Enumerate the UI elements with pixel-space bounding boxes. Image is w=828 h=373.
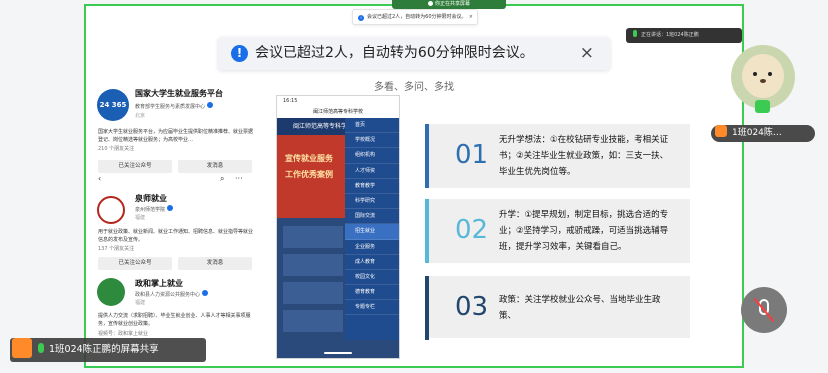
screen-share-label: 1班024陈正鹏的屏幕共享 (10, 338, 206, 362)
eye-right (768, 72, 772, 76)
hero-line-1: 宣传就业服务 (285, 154, 333, 163)
news-card (283, 254, 343, 276)
account-card[interactable]: 泉师就业 泉州师范学院 福建 用于就业政策、就业新闻、就业工作通知、招聘信息、就… (92, 190, 260, 270)
account-location: 北京 (135, 113, 146, 119)
wechat-account-panel: 24 365 国家大学生就业服务平台 教育部学生服务与素质发展中心 北京 国家大… (92, 80, 260, 362)
account-location: 福建 (135, 300, 146, 306)
account-subtitle: 政和县人力资源公共服务中心 (135, 290, 209, 298)
participant-face (742, 54, 784, 98)
search-icon[interactable]: ⌕ (220, 174, 224, 184)
site-menu-item[interactable]: 成人教育 (345, 255, 399, 270)
slide-slogan: 多看、多问、多找 (374, 82, 454, 93)
close-notice-button[interactable]: × (580, 43, 594, 63)
followed-button[interactable]: 已关注公众号 (98, 160, 172, 173)
site-menu-item[interactable]: 学校概况 (345, 133, 399, 149)
limited-meeting-notice: ! 会议已超过2人，自动转为60分钟限时会议。 × (218, 37, 610, 70)
item-number: 03 (455, 292, 489, 322)
site-title: 闽江师范高等专科学校 (312, 109, 363, 115)
item-number-box: 02 (425, 199, 497, 263)
verified-icon (202, 290, 209, 296)
site-menu-item[interactable]: 企业服务 (345, 240, 399, 255)
share-label-text: 1班024陈正鹏的屏幕共享 (49, 344, 159, 355)
verified-icon (167, 205, 174, 211)
news-card (283, 310, 343, 332)
account-name: 国家大学生就业服务平台 (135, 89, 223, 98)
account-description: 提供人力交流（求职招聘）、毕业生就业创业、人事人才等相关事项服务，宣传就业创业政… (98, 313, 251, 327)
site-menu-item[interactable]: 教育教学 (345, 179, 399, 194)
item-text: 升学：①提早规划，制定目标，挑选合适的专业；②坚持学习，戒骄戒躁，可适当挑选辅导… (499, 210, 669, 252)
account-name: 泉师就业 (135, 194, 167, 203)
site-menu-item[interactable]: 首页 (345, 118, 399, 134)
friends-count: 210 个朋友关注 (98, 146, 135, 152)
slide-item: 01 无升学想法：①在校钻研专业技能，考相关证书；②关注毕业生就业政策，如：三支… (425, 124, 690, 188)
home-indicator (324, 352, 352, 354)
slide-item: 02 升学：①提早规划，制定目标，挑选合适的专业；②坚持学习，戒骄戒躁，可适当挑… (425, 199, 690, 263)
site-menu-item[interactable]: 国际交流 (345, 209, 399, 225)
video-account: 视频号：政和掌上就业 (98, 331, 149, 337)
participant-name-tag[interactable]: 1班024陈… (711, 125, 815, 142)
nose (760, 79, 766, 83)
site-menu-item[interactable]: 校园文化 (345, 270, 399, 286)
news-card (283, 226, 343, 248)
small-notice-text: 会议已超过2人，自动转为60分钟限时会议。 (367, 14, 467, 20)
item-number: 02 (455, 215, 489, 245)
message-button[interactable]: 发消息 (178, 257, 252, 270)
item-number: 01 (455, 140, 489, 170)
account-subtitle: 泉州师范学院 (135, 205, 174, 213)
account-description: 国家大学生就业服务平台，为应届毕业生提供职位精准推荐、就业票据登记、岗位精选等就… (98, 129, 254, 143)
speaking-label: 正在讲话：1班024陈正鹏 (641, 32, 699, 38)
site-menu-item[interactable]: 德育教育 (345, 285, 399, 301)
message-button[interactable]: 发消息 (178, 160, 252, 173)
item-number-box: 01 (425, 124, 497, 188)
mic-icon (755, 100, 770, 113)
close-icon[interactable]: × (469, 10, 473, 24)
eye-left (753, 72, 757, 76)
slide-item: 03 政策：关注学校就业公众号、当地毕业生政策、 (425, 276, 690, 340)
account-subtitle: 教育部学生服务与素质发展中心 (135, 102, 214, 110)
avatar (12, 338, 32, 358)
site-menu-item[interactable]: 专题专栏 (345, 300, 399, 316)
info-icon: ! (231, 45, 248, 62)
mic-icon (38, 343, 44, 353)
phone-screenshot: 16:15 闽江师范高等专科学校 闽江师范高等专科学校 宣传就业服务 工作优秀案… (276, 95, 400, 359)
account-location: 福建 (135, 215, 146, 221)
more-icon[interactable]: ··· (235, 174, 243, 183)
site-menu-item[interactable]: 科学研究 (345, 194, 399, 210)
account-name: 政和掌上就业 (135, 279, 183, 288)
friends-count: 137 个朋友关注 (98, 246, 135, 252)
news-card (283, 282, 343, 304)
sharing-indicator[interactable]: 你正在共享屏幕 (392, 0, 506, 9)
site-nav-menu: 首页 学校概况 组织机构 人才师资 教育教学 科学研究 国际交流 招生就业 企业服务 成人教育 校园… (345, 118, 399, 340)
hrss-logo (97, 278, 125, 306)
participant-name: 1班024陈… (732, 128, 782, 138)
speaking-indicator: 正在讲话：1班024陈正鹏 (626, 28, 742, 43)
verified-icon (207, 102, 214, 108)
mute-button[interactable] (741, 287, 787, 333)
followed-button[interactable]: 已关注公众号 (98, 257, 172, 270)
mic-icon (633, 30, 637, 37)
site-menu-item[interactable]: 招生就业 (345, 224, 399, 240)
site-menu-item[interactable]: 组织机构 (345, 148, 399, 164)
phone-time: 16:15 (283, 98, 298, 104)
item-text: 政策：关注学校就业公众号、当地毕业生政策、 (499, 295, 661, 321)
phone-home-bar (277, 348, 399, 358)
site-menu-item[interactable]: 人才师资 (345, 164, 399, 179)
item-number-box: 03 (425, 276, 497, 340)
notice-text: 会议已超过2人，自动转为60分钟限时会议。 (255, 45, 534, 61)
account-description: 用于就业政策、就业新闻、就业工作通知、招聘信息、就业指导等就业信息的发布及宣传。 (98, 229, 254, 243)
small-notice-toast: i 会议已超过2人，自动转为60分钟限时会议。 × (352, 9, 478, 25)
university-logo (97, 196, 125, 224)
info-icon: i (358, 15, 364, 21)
item-text: 无升学想法：①在校钻研专业技能，考相关证书；②关注毕业生就业政策，如：三支一扶、… (499, 135, 669, 177)
hero-line-2: 工作优秀案例 (285, 170, 333, 179)
meeting-window: 你正在共享屏幕 i 会议已超过2人，自动转为60分钟限时会议。 × 正在讲话：1班… (0, 0, 828, 373)
account-card[interactable]: 24 365 国家大学生就业服务平台 教育部学生服务与素质发展中心 北京 国家大… (92, 84, 260, 173)
platform-logo: 24 365 (97, 89, 129, 121)
record-dot-icon (427, 1, 433, 6)
avatar (715, 125, 727, 137)
back-icon[interactable]: ‹ (98, 174, 101, 183)
phone-status-bar: 16:15 (277, 96, 399, 106)
sharing-indicator-label: 你正在共享屏幕 (434, 1, 470, 7)
